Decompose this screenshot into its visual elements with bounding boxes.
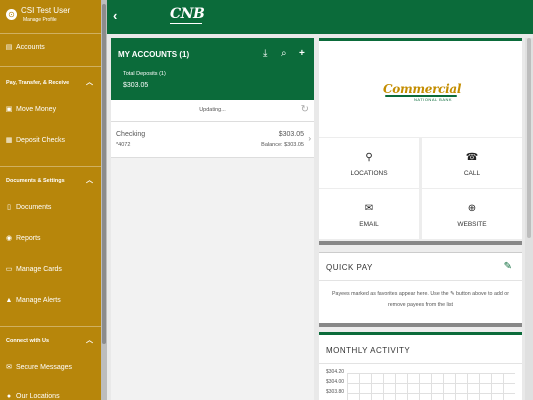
quick-pay-card: QUICK PAY ✎ Payees marked as favorites a… <box>319 252 522 324</box>
sidebar-item-label: Secure Messages <box>16 364 73 371</box>
phone-icon: ☎ <box>465 152 479 163</box>
cnb-logo: CNB <box>170 6 205 22</box>
email-tile[interactable]: ✉ EMAIL <box>319 189 419 239</box>
total-deposits-label: Total Deposits (1) <box>123 71 166 77</box>
section-header-pay[interactable]: Pay, Transfer, & Receive ︿ <box>0 76 101 90</box>
right-panel: Commercial NATIONAL BANK ⚲ LOCATIONS ☎ C… <box>319 38 522 400</box>
manage-cards-icon: ▭ <box>5 266 13 273</box>
accounts-header: MY ACCOUNTS (1) ⤓ ⌕ + Total Deposits (1)… <box>111 38 314 100</box>
divider <box>0 166 101 167</box>
user-name: CSI Test User <box>21 6 71 15</box>
logo-underline <box>170 23 202 24</box>
sidebar-item-label: Reports <box>16 235 41 242</box>
chart-grid <box>347 373 515 400</box>
section-header-documents[interactable]: Documents & Settings ︿ <box>0 174 101 188</box>
monthly-activity-card: MONTHLY ACTIVITY $304.20 $304.00 $303.80 <box>319 332 522 400</box>
sidebar-scrollbar[interactable] <box>101 0 107 400</box>
accounts-title: MY ACCOUNTS (1) <box>118 50 190 59</box>
updating-text: Updating... <box>199 107 226 113</box>
divider <box>0 326 101 327</box>
chevron-up-icon: ︿ <box>86 337 93 344</box>
quick-pay-title: QUICK PAY <box>326 263 373 272</box>
scrollbar-thumb[interactable] <box>527 38 531 238</box>
divider-strip <box>319 241 522 245</box>
call-tile[interactable]: ☎ CALL <box>422 138 522 188</box>
documents-icon: ▯ <box>7 204 11 211</box>
divider <box>319 363 522 364</box>
section-label: Documents & Settings <box>6 178 65 184</box>
total-deposits-value: $303.05 <box>123 82 149 89</box>
sidebar-item-manage-cards[interactable]: ▭ Manage Cards <box>0 261 101 279</box>
avatar-icon: ⊙ <box>6 9 17 20</box>
sidebar-item-manage-alerts[interactable]: ▲ Manage Alerts <box>0 292 101 310</box>
tile-label: LOCATIONS <box>350 170 388 177</box>
sidebar-item-label: Manage Cards <box>16 266 62 273</box>
commercial-bank-logo: Commercial <box>383 82 462 96</box>
main-scrollbar[interactable] <box>525 38 533 400</box>
sidebar-item-label: Manage Alerts <box>16 297 61 304</box>
deposit-checks-icon: ▦ <box>5 137 13 144</box>
locations-icon: ● <box>6 393 12 400</box>
accounts-icon: ▤ <box>5 44 13 51</box>
y-tick-label: $303.80 <box>326 389 345 395</box>
website-tile[interactable]: ⊕ WEBSITE <box>422 189 522 239</box>
tile-label: EMAIL <box>359 221 379 228</box>
account-balance: Balance: $303.05 <box>261 142 304 148</box>
sidebar-item-move-money[interactable]: ▣ Move Money <box>0 101 101 119</box>
move-money-icon: ▣ <box>5 106 13 113</box>
sidebar-item-label: Move Money <box>16 106 57 113</box>
section-label: Pay, Transfer, & Receive <box>6 80 70 86</box>
secure-messages-icon: ✉ <box>6 364 12 371</box>
user-profile[interactable]: ⊙ CSI Test User Manage Profile <box>0 0 101 34</box>
sidebar-item-accounts[interactable]: ▤ Accounts <box>0 39 101 57</box>
refresh-icon[interactable]: ↻ <box>301 104 309 115</box>
sidebar-item-label: Our Locations <box>16 393 60 400</box>
top-bar: ‹ CNB <box>107 0 533 34</box>
reports-icon: ◉ <box>5 235 13 242</box>
account-amount: $303.05 <box>278 131 304 138</box>
updating-bar: Updating... ↻ <box>111 100 314 122</box>
sidebar-item-label: Documents <box>16 204 52 211</box>
edit-pencil-icon[interactable]: ✎ <box>504 261 512 272</box>
sidebar-item-label: Deposit Checks <box>16 137 66 144</box>
sidebar: ⊙ CSI Test User Manage Profile ▤ Account… <box>0 0 101 400</box>
locations-tile[interactable]: ⚲ LOCATIONS <box>319 138 419 188</box>
add-icon[interactable]: + <box>299 48 305 59</box>
bank-logo-card: Commercial NATIONAL BANK <box>319 38 522 137</box>
chevron-up-icon: ︿ <box>86 79 93 86</box>
globe-icon: ⊕ <box>467 203 477 214</box>
manage-profile-link[interactable]: Manage Profile <box>23 17 57 23</box>
accounts-panel: MY ACCOUNTS (1) ⤓ ⌕ + Total Deposits (1)… <box>111 38 314 400</box>
account-name: Checking <box>116 131 146 138</box>
section-label: Connect with Us <box>6 338 50 344</box>
sidebar-item-label: Accounts <box>16 44 45 51</box>
divider <box>0 66 101 67</box>
sidebar-item-secure-messages[interactable]: ✉ Secure Messages <box>0 359 101 377</box>
quick-pay-message: Payees marked as favorites appear here. … <box>332 291 509 308</box>
y-tick-label: $304.00 <box>326 379 345 385</box>
sidebar-item-our-locations[interactable]: ● Our Locations <box>0 388 101 400</box>
account-number: *4072 <box>116 142 131 148</box>
download-icon[interactable]: ⤓ <box>263 48 267 59</box>
y-tick-label: $304.20 <box>326 369 345 375</box>
account-row-checking[interactable]: Checking *4072 $303.05 Balance: $303.05 … <box>111 122 314 158</box>
chevron-right-icon: › <box>308 134 311 143</box>
divider-strip <box>319 323 522 327</box>
search-icon[interactable]: ⌕ <box>281 48 287 59</box>
sidebar-item-documents[interactable]: ▯ Documents <box>0 199 101 217</box>
tile-label: CALL <box>463 170 481 177</box>
bank-subtitle: NATIONAL BANK <box>414 97 453 102</box>
back-chevron-icon[interactable]: ‹ <box>113 8 117 23</box>
scrollbar-thumb[interactable] <box>102 4 106 344</box>
monthly-activity-title: MONTHLY ACTIVITY <box>326 346 411 355</box>
section-header-connect[interactable]: Connect with Us ︿ <box>0 334 101 348</box>
manage-alerts-icon: ▲ <box>5 297 13 304</box>
sidebar-item-reports[interactable]: ◉ Reports <box>0 230 101 248</box>
email-icon: ✉ <box>364 203 374 214</box>
divider <box>319 280 522 281</box>
sidebar-item-deposit-checks[interactable]: ▦ Deposit Checks <box>0 132 101 150</box>
tile-label: WEBSITE <box>457 221 487 228</box>
location-pin-icon: ⚲ <box>365 152 373 163</box>
chevron-up-icon: ︿ <box>86 177 93 184</box>
